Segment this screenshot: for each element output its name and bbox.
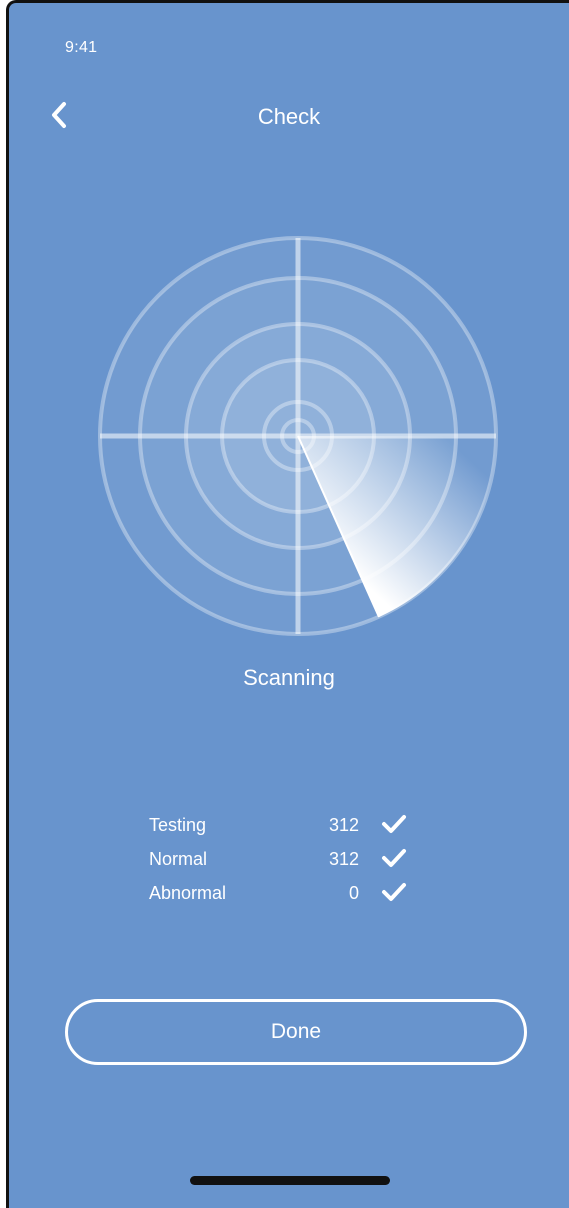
checkmark-icon (382, 849, 406, 867)
stat-label: Testing (149, 815, 207, 835)
stat-label: Abnormal (149, 883, 227, 903)
checkmark-icon (382, 815, 406, 833)
screen: 9:41 Check Scanning Testing 312 Normal 3… (6, 0, 569, 1208)
stat-row-testing: Testing 312 (149, 813, 419, 847)
status-bar-time: 9:41 (65, 39, 98, 56)
home-indicator (190, 1176, 390, 1185)
stat-value: 0 (348, 883, 359, 903)
page-title: Check (257, 104, 321, 129)
stat-label: Normal (149, 849, 208, 869)
phone-frame: 9:41 Check Scanning Testing 312 Normal 3… (0, 0, 569, 1208)
stat-value: 312 (328, 849, 359, 869)
checkmark-icon (382, 883, 406, 901)
stat-row-normal: Normal 312 (149, 847, 419, 881)
stat-value: 312 (328, 815, 359, 835)
scan-status-text: Scanning (243, 665, 335, 690)
radar-scanner (98, 236, 498, 636)
stat-row-abnormal: Abnormal 0 (149, 881, 419, 915)
stats-list: Testing 312 Normal 312 Abnormal 0 (149, 813, 419, 915)
done-button[interactable]: Done (65, 999, 527, 1065)
